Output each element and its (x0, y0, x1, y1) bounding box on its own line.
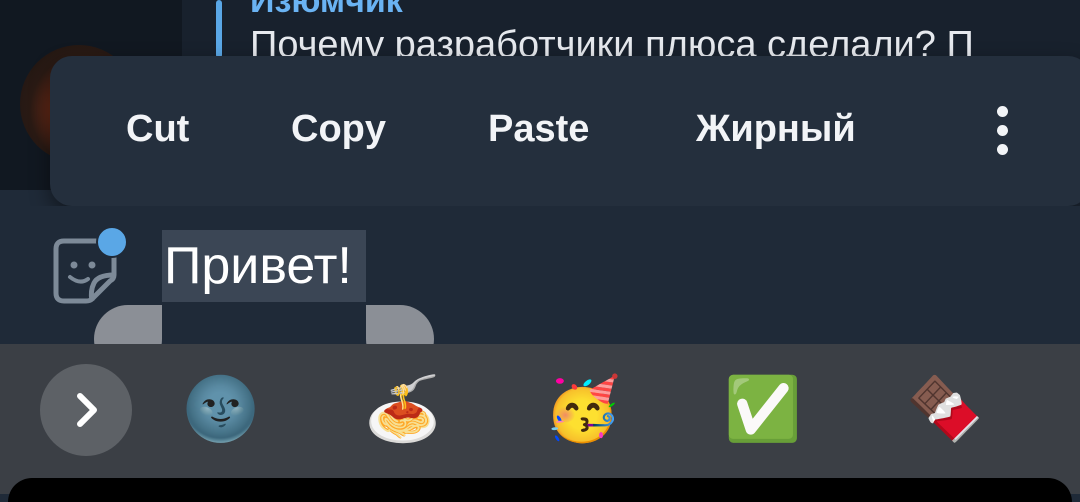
reply-accent-bar (216, 0, 222, 58)
emoji-suggestion-item[interactable]: ✅ (724, 374, 801, 446)
more-vertical-icon[interactable] (992, 106, 1012, 158)
chevron-right-icon (77, 393, 97, 427)
bold-button[interactable]: Жирный (696, 108, 856, 151)
emoji-suggestion-item[interactable]: 🍫 (906, 374, 983, 446)
emoji-suggestion-item[interactable]: 🥳 (544, 374, 621, 446)
reply-author: Изюмчик (250, 0, 403, 20)
message-input-field[interactable]: Привет! (164, 236, 352, 296)
copy-button[interactable]: Copy (291, 108, 386, 151)
paste-button[interactable]: Paste (488, 108, 589, 151)
expand-emoji-button[interactable] (40, 364, 132, 456)
keyboard-top (8, 478, 1072, 502)
emoji-suggestion-item[interactable]: 🌚 (182, 374, 259, 446)
notification-dot (96, 226, 128, 258)
text-selection-menu: Cut Copy Paste Жирный (50, 56, 1080, 206)
cut-button[interactable]: Cut (126, 108, 189, 151)
emoji-suggestion-item[interactable]: 🍝 (364, 374, 441, 446)
